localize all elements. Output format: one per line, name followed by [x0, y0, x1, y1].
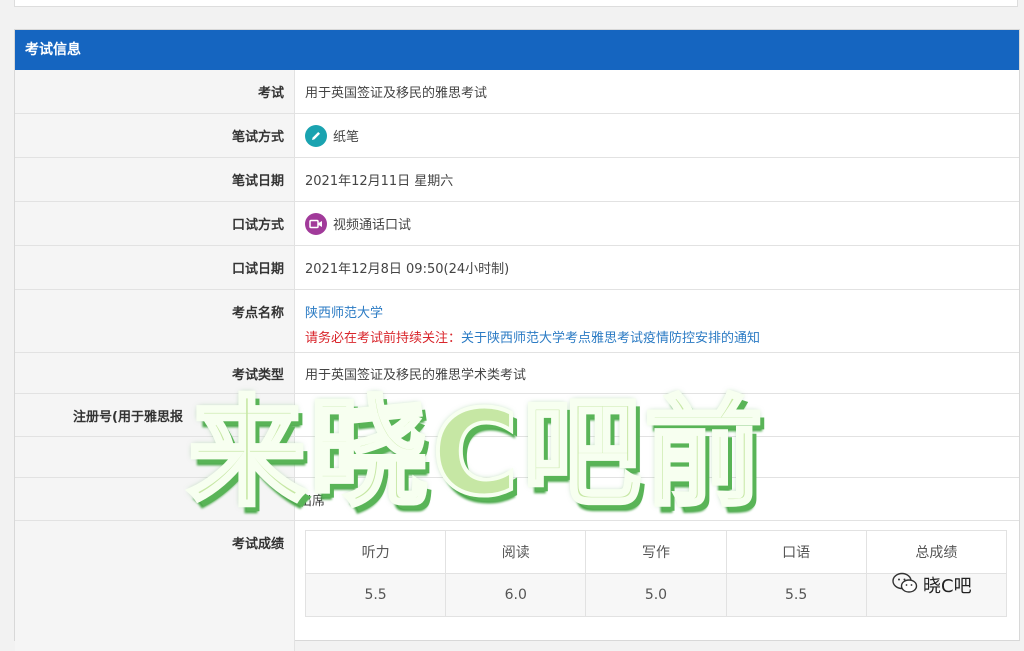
label-scores: 考试成绩: [15, 521, 295, 651]
venue-notice: 请务必在考试前持续关注：: [305, 331, 462, 346]
wechat-account-name: 晓C吧: [923, 576, 972, 597]
row-written-method: 笔试方式 纸笔: [15, 114, 1019, 158]
value-oral-method: 视频通话口试: [333, 218, 412, 233]
row-oral-date: 口试日期 2021年12月8日 09:50(24小时制): [15, 246, 1019, 290]
score-header-overall: 总成绩: [865, 530, 1008, 574]
video-call-icon: [305, 212, 327, 235]
row-registration: 注册号(用于雅思报: [15, 394, 1019, 437]
row-written-date: 笔试日期 2021年12月11日 星期六: [15, 158, 1019, 202]
score-writing: 5.0: [585, 573, 727, 617]
row-attendance: 出席: [15, 478, 1019, 521]
score-header-reading: 阅读: [445, 530, 587, 574]
label-registration: 注册号(用于雅思报: [15, 394, 295, 436]
wechat-icon: [892, 572, 918, 599]
row-exam-type: 考试类型 用于英国签证及移民的雅思学术类考试: [15, 353, 1019, 394]
label-oral-date: 口试日期: [15, 246, 295, 289]
row-scores: 考试成绩 听力 阅读 写作 口语 总成绩 5.5 6.0 5.0 5.5: [15, 521, 1019, 651]
score-listening: 5.5: [304, 573, 447, 617]
value-oral-date: 2021年12月8日 09:50(24小时制): [305, 262, 510, 277]
row-exam: 考试 用于英国签证及移民的雅思考试: [15, 70, 1019, 114]
score-header-speaking: 口语: [725, 530, 867, 574]
value-attendance: 出席: [299, 493, 326, 509]
exam-info-panel: 考试信息 考试 用于英国签证及移民的雅思考试 笔试方式 纸笔 笔试日期 2021…: [14, 29, 1020, 651]
row-oral-method: 口试方式 视频通话口试: [15, 202, 1019, 246]
label-exam: 考试: [15, 70, 295, 113]
score-header-writing: 写作: [585, 530, 727, 574]
score-speaking: 5.5: [725, 573, 867, 617]
value-exam: 用于英国签证及移民的雅思考试: [305, 86, 488, 101]
wechat-watermark: 晓C吧: [892, 570, 972, 600]
venue-link[interactable]: 陕西师范大学: [305, 302, 760, 321]
row-venue: 考点名称 陕西师范大学 请务必在考试前持续关注：关于陕西师范大学考点雅思考试疫情…: [15, 290, 1019, 353]
score-header-listening: 听力: [304, 530, 447, 574]
scores-header-row: 听力 阅读 写作 口语 总成绩: [304, 530, 1008, 574]
label-venue: 考点名称: [15, 290, 295, 352]
venue-notice-link[interactable]: 关于陕西师范大学考点雅思考试疫情防控安排的通知: [461, 331, 760, 346]
value-exam-type: 用于英国签证及移民的雅思学术类考试: [305, 367, 527, 383]
value-written-date: 2021年12月11日 星期六: [305, 174, 454, 189]
value-written-method: 纸笔: [333, 130, 360, 145]
label-written-method: 笔试方式: [15, 114, 295, 157]
top-panel-edge: [14, 0, 1018, 7]
label-written-date: 笔试日期: [15, 158, 295, 201]
panel-title: 考试信息: [15, 30, 1019, 70]
row-blank: [15, 437, 1019, 478]
score-reading: 6.0: [445, 573, 587, 617]
label-exam-type: 考试类型: [15, 353, 295, 393]
pencil-icon: [305, 124, 327, 147]
label-oral-method: 口试方式: [15, 202, 295, 245]
